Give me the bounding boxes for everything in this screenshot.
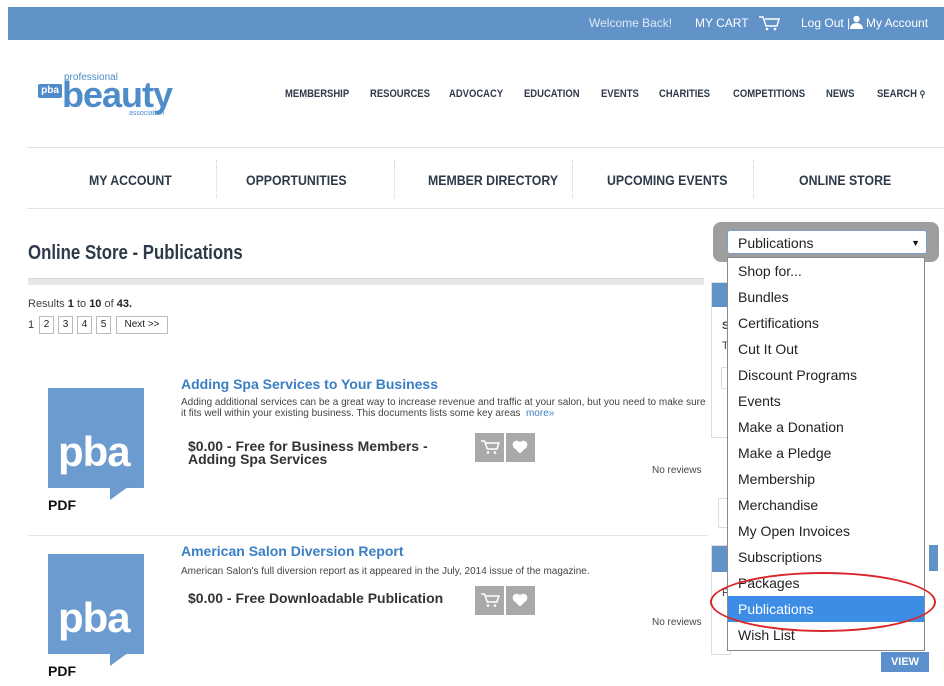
dropdown-option-my-open-invoices[interactable]: My Open Invoices — [728, 518, 924, 544]
results-from: 1 — [67, 298, 74, 310]
subnav-opportunities[interactable]: OPPORTUNITIES — [246, 172, 347, 188]
product-description-text: Adding additional services can be a grea… — [181, 397, 706, 419]
product-price: $0.00 - Free for Business Members - Addi… — [188, 438, 428, 467]
subnav-upcoming-events[interactable]: UPCOMING EVENTS — [607, 172, 727, 188]
cart-icon — [481, 593, 500, 607]
results-of-word: of — [104, 298, 114, 310]
thumbnail-pba-text: pba — [58, 594, 131, 641]
add-to-cart-button[interactable] — [475, 433, 504, 462]
heart-icon — [512, 440, 528, 454]
nav-competitions[interactable]: COMPETITIONS — [733, 88, 805, 100]
category-select[interactable]: Publications ▼ — [727, 230, 927, 254]
dropdown-option-merchandise[interactable]: Merchandise — [728, 492, 924, 518]
subnav-divider-line — [27, 208, 944, 209]
page-link-5[interactable]: 5 — [96, 316, 111, 334]
dropdown-option-make-a-donation[interactable]: Make a Donation — [728, 414, 924, 440]
dropdown-option-subscriptions[interactable]: Subscriptions — [728, 544, 924, 570]
subnav-member-directory[interactable]: MEMBER DIRECTORY — [428, 172, 558, 188]
welcome-text: Welcome Back! — [589, 16, 673, 30]
sidebar-panel-header — [712, 283, 728, 307]
search-icon: ⚲ — [919, 89, 926, 99]
dropdown-option-make-a-pledge[interactable]: Make a Pledge — [728, 440, 924, 466]
cart-icon — [481, 440, 500, 454]
nav-search[interactable]: SEARCH ⚲ — [877, 88, 925, 100]
sidebar-panel-header — [712, 546, 728, 572]
cart-icon[interactable] — [758, 15, 780, 36]
product-description: American Salon's full diversion report a… — [181, 566, 590, 577]
product-description: Adding additional services can be a grea… — [181, 397, 706, 419]
subnav-divider — [753, 160, 754, 198]
add-to-cart-button[interactable] — [475, 586, 504, 615]
logout-link[interactable]: Log Out | — [801, 16, 850, 30]
dropdown-option-bundles[interactable]: Bundles — [728, 284, 924, 310]
title-underline — [28, 278, 704, 285]
results-to-word: to — [76, 298, 87, 310]
more-link[interactable]: more» — [526, 408, 554, 419]
logo-association: association — [129, 110, 165, 117]
subnav-divider — [394, 160, 395, 198]
site-logo[interactable]: pba professional beauty association — [37, 72, 177, 117]
format-label: PDF — [48, 497, 76, 513]
dropdown-option-events[interactable]: Events — [728, 388, 924, 414]
results-to: 10 — [89, 298, 102, 310]
reviews-text: No reviews — [652, 465, 702, 476]
dropdown-option-cut-it-out[interactable]: Cut It Out — [728, 336, 924, 362]
add-to-wishlist-button[interactable] — [506, 433, 535, 462]
subnav-my-account[interactable]: MY ACCOUNT — [89, 172, 172, 188]
logo-pba-badge: pba — [38, 84, 62, 98]
product-title-link[interactable]: Adding Spa Services to Your Business — [181, 376, 438, 392]
dropdown-option-certifications[interactable]: Certifications — [728, 310, 924, 336]
product-thumbnail[interactable]: pba — [48, 388, 144, 500]
my-account-link[interactable]: My Account — [866, 16, 928, 30]
nav-education[interactable]: EDUCATION — [524, 88, 580, 100]
results-count: Results 1 to 10 of 43. — [28, 298, 132, 310]
results-total: 43. — [116, 298, 133, 310]
thumbnail-speech-tail — [110, 650, 132, 666]
nav-search-label: SEARCH — [877, 88, 917, 100]
dropdown-option-membership[interactable]: Membership — [728, 466, 924, 492]
nav-advocacy[interactable]: ADVOCACY — [449, 88, 503, 100]
nav-news[interactable]: NEWS — [826, 88, 854, 100]
product-divider — [28, 535, 708, 536]
page-title: Online Store - Publications — [28, 242, 243, 264]
dropdown-arrow-icon: ▼ — [911, 238, 920, 248]
nav-charities[interactable]: CHARITIES — [659, 88, 710, 100]
product-price: $0.00 - Free Downloadable Publication — [188, 590, 444, 606]
results-prefix: Results — [28, 298, 65, 310]
subnav-online-store[interactable]: ONLINE STORE — [799, 172, 891, 188]
current-page: 1 — [28, 319, 35, 331]
category-select-value: Publications — [738, 235, 814, 251]
add-to-wishlist-button[interactable] — [506, 586, 535, 615]
product-thumbnail[interactable]: pba — [48, 554, 144, 666]
dropdown-option-discount-programs[interactable]: Discount Programs — [728, 362, 924, 388]
reviews-text: No reviews — [652, 617, 702, 628]
nav-events[interactable]: EVENTS — [601, 88, 639, 100]
subnav-divider — [216, 160, 217, 198]
header-divider — [27, 147, 944, 148]
heart-icon — [512, 593, 528, 607]
next-page-link[interactable]: Next >> — [116, 316, 168, 334]
page-link-3[interactable]: 3 — [58, 316, 73, 334]
top-bar: Welcome Back! MY CART Log Out | My Accou… — [8, 7, 944, 40]
thumbnail-speech-tail — [110, 484, 132, 500]
nav-membership[interactable]: MEMBERSHIP — [285, 88, 349, 100]
my-cart-link[interactable]: MY CART — [695, 16, 749, 30]
page-link-2[interactable]: 2 — [39, 316, 54, 334]
annotation-highlight-oval — [710, 572, 936, 632]
user-icon — [850, 15, 863, 34]
page-link-4[interactable]: 4 — [77, 316, 92, 334]
subnav-divider — [572, 160, 573, 198]
product-title-link[interactable]: American Salon Diversion Report — [181, 543, 404, 559]
sidebar-panel-header-right — [929, 545, 938, 571]
thumbnail-pba-text: pba — [58, 428, 131, 475]
dropdown-option-shop-for[interactable]: Shop for... — [728, 258, 924, 284]
nav-resources[interactable]: RESOURCES — [370, 88, 430, 100]
view-button[interactable]: VIEW — [881, 652, 929, 672]
format-label: PDF — [48, 663, 76, 679]
